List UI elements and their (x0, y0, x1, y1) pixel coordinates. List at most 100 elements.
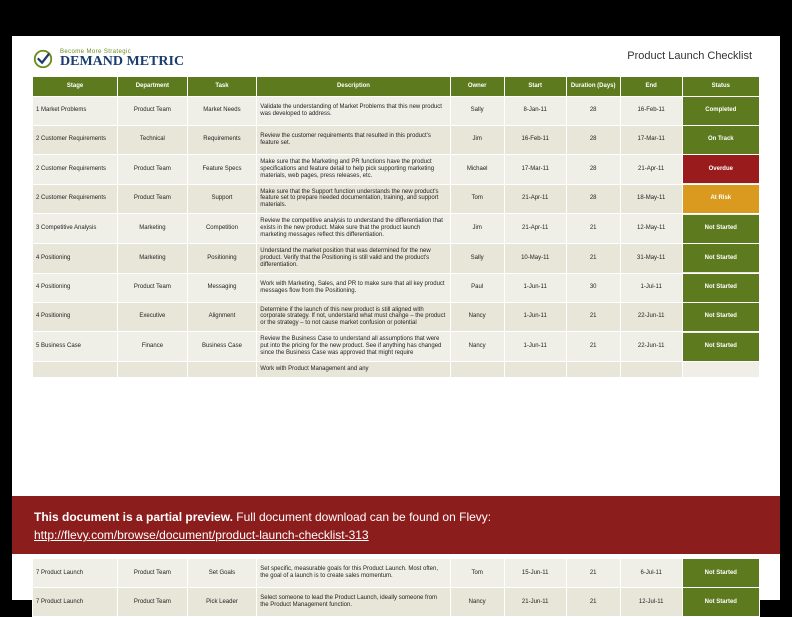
cell-end: 22-Jun-11 (620, 332, 682, 362)
cell-dur: 21 (566, 588, 620, 617)
column-header: Department (118, 77, 188, 97)
cell-stage: 2 Customer Requirements (33, 184, 118, 214)
cell-dept: Product Team (118, 154, 188, 184)
cell-dur (566, 361, 620, 377)
cell-stage: 4 Positioning (33, 243, 118, 273)
checklist-table: StageDepartmentTaskDescriptionOwnerStart… (32, 76, 760, 378)
cell-desc: Set specific, measurable goals for this … (257, 559, 450, 588)
cell-dur: 21 (566, 559, 620, 588)
cell-end: 1-Jul-11 (620, 273, 682, 302)
table-row: 2 Customer RequirementsProduct TeamFeatu… (33, 154, 760, 184)
cell-owner: Tom (450, 184, 504, 214)
table-row: 2 Customer RequirementsProduct TeamSuppo… (33, 184, 760, 214)
cell-dept: Product Team (118, 273, 188, 302)
cell-desc: Make sure that the Marketing and PR func… (257, 154, 450, 184)
table-row: 4 PositioningMarketingPositioningUnderst… (33, 243, 760, 273)
table-row: 7 Product LaunchProduct TeamPick LeaderS… (33, 588, 760, 617)
cell-status: Not Started (682, 332, 759, 362)
status-badge: At Risk (683, 185, 759, 213)
cell-owner: Tom (450, 559, 504, 588)
cell-dept: Product Team (118, 588, 188, 617)
column-header: End (620, 77, 682, 97)
page-title: Product Launch Checklist (627, 50, 752, 62)
cell-status: At Risk (682, 184, 759, 214)
table-row: 4 PositioningExecutiveAlignmentDetermine… (33, 302, 760, 332)
cell-end: 12-Jul-11 (620, 588, 682, 617)
cell-stage: 2 Customer Requirements (33, 125, 118, 154)
cell-stage: 2 Customer Requirements (33, 154, 118, 184)
logo-icon (32, 48, 54, 70)
cell-desc: Work with Product Management and any (257, 361, 450, 377)
cell-dur: 21 (566, 332, 620, 362)
cell-task: Pick Leader (187, 588, 257, 617)
cell-desc: Validate the understanding of Market Pro… (257, 96, 450, 125)
cell-status: Not Started (682, 559, 759, 588)
status-badge: Not Started (683, 303, 759, 331)
cell-end: 31-May-11 (620, 243, 682, 273)
cell-dur: 21 (566, 243, 620, 273)
cell-task: Market Needs (187, 96, 257, 125)
cell-start: 1-Jun-11 (504, 302, 566, 332)
cell-start: 8-Jan-11 (504, 96, 566, 125)
cell-owner: Paul (450, 273, 504, 302)
cell-desc: Review the Business Case to understand a… (257, 332, 450, 362)
cell-start: 21-Jun-11 (504, 588, 566, 617)
preview-banner: This document is a partial preview. Full… (12, 496, 780, 554)
cell-desc: Select someone to lead the Product Launc… (257, 588, 450, 617)
cell-start: 17-Mar-11 (504, 154, 566, 184)
cell-status: Overdue (682, 154, 759, 184)
cell-stage: 4 Positioning (33, 302, 118, 332)
cell-end: 22-Jun-11 (620, 302, 682, 332)
table-row: 4 PositioningProduct TeamMessagingWork w… (33, 273, 760, 302)
cell-owner: Sally (450, 96, 504, 125)
cell-owner: Jim (450, 125, 504, 154)
column-header: Task (187, 77, 257, 97)
cell-owner (450, 361, 504, 377)
cell-stage (33, 361, 118, 377)
status-badge: Not Started (683, 559, 759, 587)
banner-link[interactable]: http://flevy.com/browse/document/product… (34, 528, 369, 542)
cell-dept: Marketing (118, 214, 188, 244)
cell-dept: Product Team (118, 96, 188, 125)
cell-stage: 7 Product Launch (33, 559, 118, 588)
cell-status: Not Started (682, 302, 759, 332)
cell-dept (118, 361, 188, 377)
logo: Become More Strategic DEMAND METRIC (32, 48, 184, 70)
cell-task: Support (187, 184, 257, 214)
cell-dept: Executive (118, 302, 188, 332)
cell-dept: Product Team (118, 559, 188, 588)
column-header: Description (257, 77, 450, 97)
cell-owner: Nancy (450, 332, 504, 362)
cell-dur: 28 (566, 184, 620, 214)
table-row: 2 Customer RequirementsTechnicalRequirem… (33, 125, 760, 154)
cell-owner: Sally (450, 243, 504, 273)
column-header: Duration (Days) (566, 77, 620, 97)
cell-start: 1-Jun-11 (504, 332, 566, 362)
table-row: Work with Product Management and any (33, 361, 760, 377)
cell-status: Not Started (682, 588, 759, 617)
cell-end (620, 361, 682, 377)
cell-stage: 5 Business Case (33, 332, 118, 362)
cell-task: Messaging (187, 273, 257, 302)
cell-dur: 28 (566, 125, 620, 154)
banner-text: Full document download can be found on F… (233, 510, 491, 524)
status-badge: Not Started (683, 244, 759, 272)
cell-stage: 3 Competitive Analysis (33, 214, 118, 244)
cell-dur: 21 (566, 302, 620, 332)
cell-task: Requirements (187, 125, 257, 154)
cell-owner: Nancy (450, 588, 504, 617)
cell-start: 21-Apr-11 (504, 184, 566, 214)
cell-task: Competition (187, 214, 257, 244)
cell-end: 12-May-11 (620, 214, 682, 244)
cell-start: 21-Apr-11 (504, 214, 566, 244)
cell-dept: Product Team (118, 184, 188, 214)
status-badge: On Track (683, 126, 759, 154)
cell-start: 1-Jun-11 (504, 273, 566, 302)
cell-dur: 21 (566, 214, 620, 244)
cell-desc: Review the competitive analysis to under… (257, 214, 450, 244)
banner-bold: This document is a partial preview. (34, 510, 233, 524)
status-badge: Not Started (683, 274, 759, 302)
column-header: Status (682, 77, 759, 97)
cell-end: 18-May-11 (620, 184, 682, 214)
table-row: 7 Product LaunchProduct TeamSet GoalsSet… (33, 559, 760, 588)
